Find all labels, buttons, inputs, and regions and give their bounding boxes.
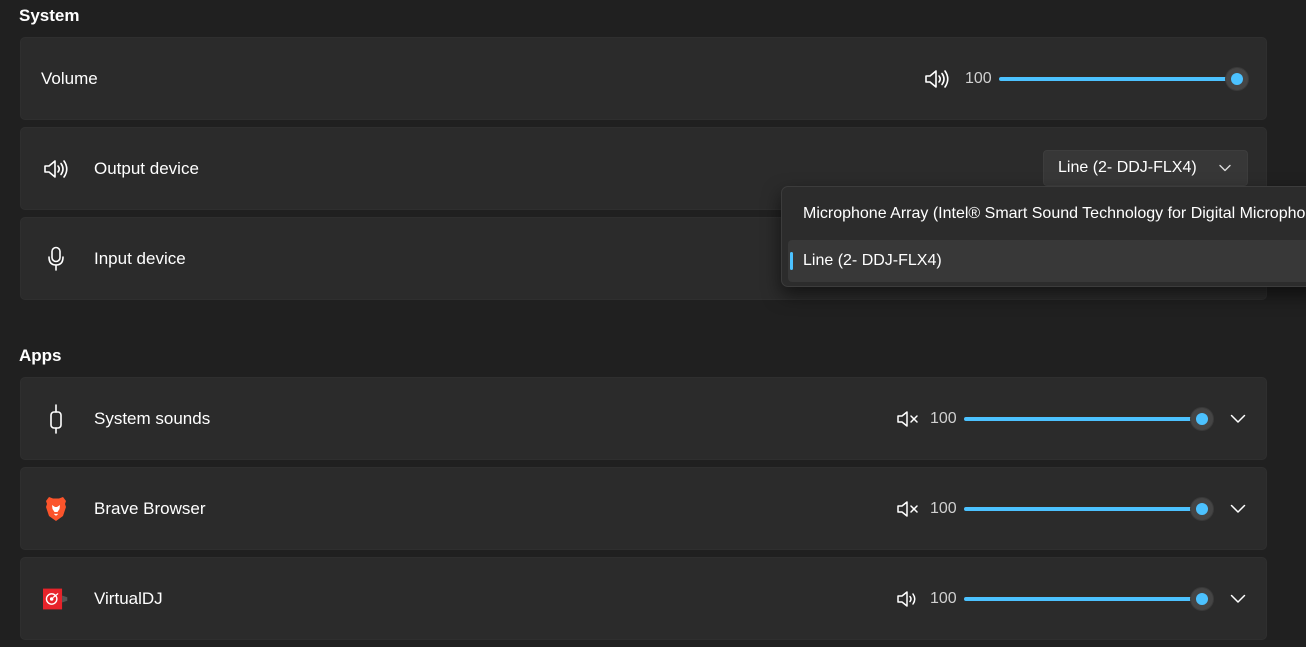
app-volume-slider-thumb[interactable] [1191, 587, 1213, 610]
system-section-title: System [19, 6, 80, 25]
app-volume-slider-track[interactable] [964, 506, 1202, 511]
app-volume-slider-track[interactable] [964, 596, 1202, 601]
volume-slider-track[interactable] [999, 76, 1237, 81]
chevron-down-icon[interactable] [1230, 504, 1246, 514]
volume-card: Volume 100 [20, 37, 1267, 120]
selection-indicator [790, 252, 793, 270]
dropdown-option-line-ddj-flx4[interactable]: Line (2- DDJ-FLX4) [788, 240, 1306, 282]
dropdown-option-label: Microphone Array (Intel® Smart Sound Tec… [803, 205, 1306, 222]
microphone-icon [43, 246, 69, 272]
speaker-muted-icon[interactable] [897, 500, 919, 518]
app-volume-slider-track[interactable] [964, 416, 1202, 421]
speaker-icon [43, 156, 69, 182]
output-device-combobox[interactable]: Line (2- DDJ-FLX4) [1043, 150, 1248, 186]
apps-section-title: Apps [19, 346, 62, 365]
app-name: Brave Browser [94, 498, 206, 518]
volume-slider-thumb[interactable] [1226, 67, 1248, 90]
app-row-system-sounds: System sounds 100 [20, 377, 1267, 460]
output-device-label: Output device [94, 158, 199, 178]
volume-value: 100 [965, 69, 992, 87]
app-volume-value: 100 [930, 409, 957, 427]
output-device-dropdown: Microphone Array (Intel® Smart Sound Tec… [781, 186, 1306, 287]
chevron-down-icon [1219, 164, 1231, 172]
app-volume-value: 100 [930, 499, 957, 517]
app-volume-slider-thumb[interactable] [1191, 407, 1213, 430]
virtualdj-icon [43, 586, 69, 612]
speaker-muted-icon[interactable] [897, 410, 919, 428]
dropdown-option-microphone-array[interactable]: Microphone Array (Intel® Smart Sound Tec… [788, 193, 1306, 235]
volume-label: Volume [41, 68, 98, 88]
brave-icon [43, 496, 69, 522]
speaker-icon[interactable] [924, 68, 950, 90]
input-device-label: Input device [94, 248, 186, 268]
chevron-down-icon[interactable] [1230, 594, 1246, 604]
app-row-brave-browser: Brave Browser 100 [20, 467, 1267, 550]
app-volume-slider-thumb[interactable] [1191, 497, 1213, 520]
app-volume-value: 100 [930, 589, 957, 607]
speaker-icon[interactable] [897, 590, 919, 608]
system-sounds-icon [43, 403, 69, 434]
app-name: System sounds [94, 408, 211, 428]
app-row-virtualdj: VirtualDJ 100 [20, 557, 1267, 640]
dropdown-option-label: Line (2- DDJ-FLX4) [803, 252, 942, 269]
app-name: VirtualDJ [94, 588, 163, 608]
chevron-down-icon[interactable] [1230, 414, 1246, 424]
output-device-selected: Line (2- DDJ-FLX4) [1058, 159, 1197, 176]
